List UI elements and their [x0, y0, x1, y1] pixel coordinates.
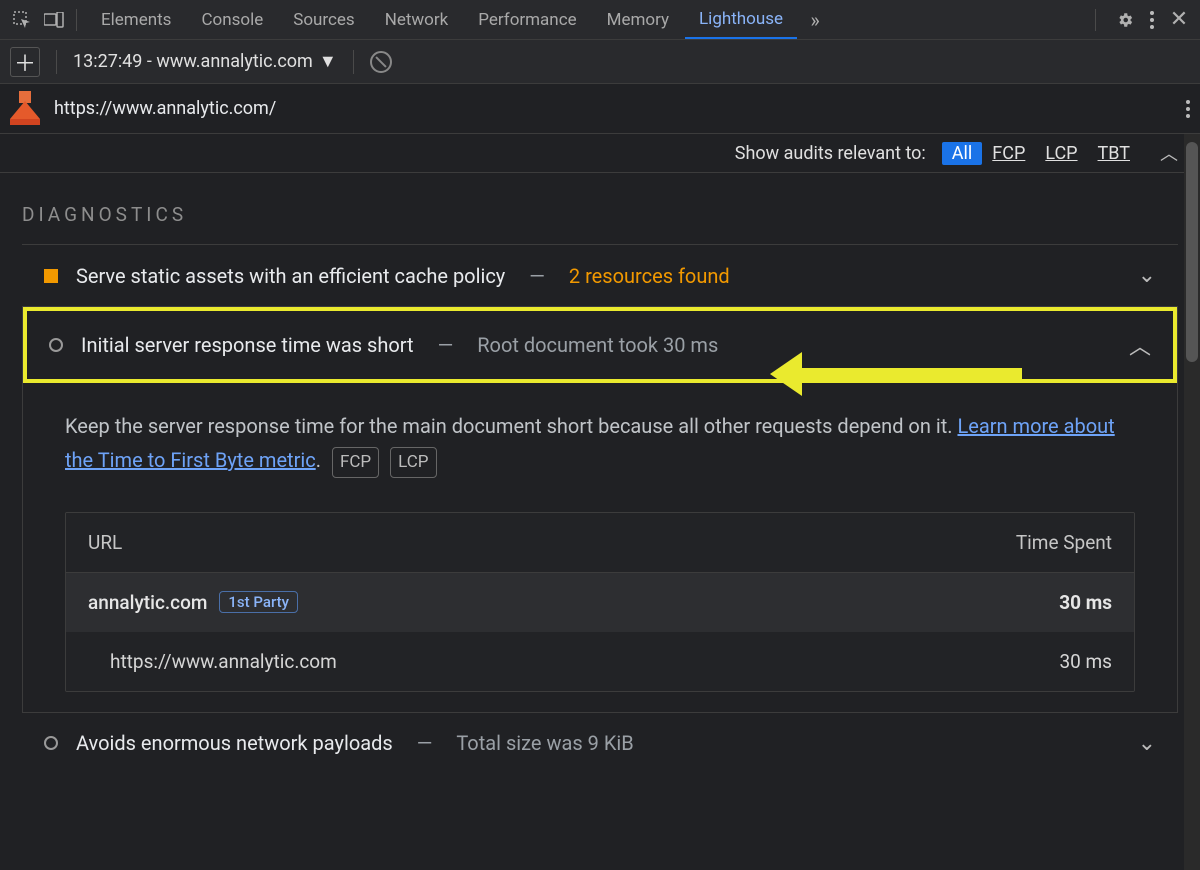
separator — [1095, 9, 1096, 31]
audit-description: Keep the server response time for the ma… — [23, 383, 1177, 488]
settings-icon[interactable] — [1112, 6, 1138, 34]
party-badge: 1st Party — [219, 591, 298, 613]
metric-badge-lcp: LCP — [390, 447, 436, 478]
status-warning-icon — [44, 269, 58, 283]
table-header: URL Time Spent — [66, 513, 1134, 573]
chevron-down-icon[interactable]: ⌄ — [1138, 731, 1156, 756]
separator — [353, 50, 354, 74]
filter-tbt[interactable]: TBT — [1088, 142, 1140, 165]
diagnostics-section: DIAGNOSTICS Serve static assets with an … — [0, 173, 1200, 774]
separator — [76, 9, 77, 31]
scrollbar-thumb[interactable] — [1186, 142, 1198, 362]
report-selector[interactable]: 13:27:49 - www.annalytic.com ▼ — [73, 51, 337, 72]
audit-row-network-payloads[interactable]: Avoids enormous network payloads — Total… — [22, 713, 1178, 774]
audit-subtitle: Root document took 30 ms — [477, 333, 718, 357]
time-cell: 30 ms — [1059, 591, 1112, 614]
audit-row-cache-policy[interactable]: Serve static assets with an efficient ca… — [22, 245, 1178, 307]
more-icon[interactable] — [1150, 11, 1154, 29]
audit-desc-text: Keep the server response time for the ma… — [65, 414, 957, 438]
chevron-down-icon[interactable]: ⌄ — [1138, 263, 1156, 288]
audit-title: Initial server response time was short — [81, 333, 414, 357]
status-pass-icon — [44, 736, 58, 750]
filter-label: Show audits relevant to: — [735, 143, 926, 164]
report-url: https://www.annalytic.com/ — [54, 98, 1172, 119]
separator — [56, 50, 57, 74]
metric-badge-fcp: FCP — [332, 447, 379, 478]
tab-network[interactable]: Network — [371, 0, 463, 39]
status-pass-icon — [49, 338, 63, 352]
section-title: DIAGNOSTICS — [22, 203, 1178, 245]
audit-panel-ttfb: Initial server response time was short —… — [22, 307, 1178, 713]
audit-subtitle: 2 resources found — [569, 264, 730, 288]
clear-icon[interactable] — [370, 51, 392, 73]
col-time: Time Spent — [912, 531, 1112, 554]
overflow-tabs-icon[interactable]: » — [801, 6, 829, 34]
tab-list: ElementsConsoleSourcesNetworkPerformance… — [87, 0, 797, 39]
lighthouse-icon — [10, 91, 40, 127]
lighthouse-subbar: ＋ 13:27:49 - www.annalytic.com ▼ — [0, 40, 1200, 84]
report-header: https://www.annalytic.com/ — [0, 84, 1200, 134]
filter-lcp[interactable]: LCP — [1035, 142, 1087, 165]
tab-lighthouse[interactable]: Lighthouse — [685, 0, 797, 39]
audit-filter-row: Show audits relevant to: AllFCPLCPTBT ︿ — [0, 134, 1200, 173]
time-cell: 30 ms — [912, 650, 1112, 673]
devtools-tabbar: ElementsConsoleSourcesNetworkPerformance… — [0, 0, 1200, 40]
chevron-up-icon[interactable]: ︿ — [1129, 329, 1151, 361]
inspect-icon[interactable] — [8, 6, 36, 34]
device-toolbar-icon[interactable] — [40, 6, 68, 34]
audit-subtitle: Total size was 9 KiB — [456, 731, 633, 755]
url-cell: https://www.annalytic.com — [110, 650, 337, 673]
audit-title: Avoids enormous network payloads — [76, 731, 393, 755]
filter-fcp[interactable]: FCP — [982, 142, 1035, 165]
tab-performance[interactable]: Performance — [464, 0, 590, 39]
tab-console[interactable]: Console — [187, 0, 277, 39]
col-url: URL — [88, 531, 912, 554]
tab-memory[interactable]: Memory — [593, 0, 683, 39]
table-row: https://www.annalytic.com 30 ms — [66, 632, 1134, 691]
report-menu-icon[interactable] — [1186, 100, 1190, 118]
close-icon[interactable]: ✕ — [1166, 6, 1192, 34]
filter-all[interactable]: All — [942, 142, 983, 165]
audit-title: Serve static assets with an efficient ca… — [76, 264, 505, 288]
table-row: annalytic.com 1st Party 30 ms — [66, 573, 1134, 632]
scrollbar[interactable] — [1184, 134, 1200, 870]
audit-row-server-response[interactable]: Initial server response time was short —… — [23, 307, 1177, 383]
tab-elements[interactable]: Elements — [87, 0, 185, 39]
new-report-button[interactable]: ＋ — [10, 47, 40, 77]
host-cell: annalytic.com — [88, 591, 207, 614]
audit-table: URL Time Spent annalytic.com 1st Party 3… — [65, 512, 1135, 692]
report-timestamp: 13:27:49 - www.annalytic.com — [73, 51, 313, 72]
tab-sources[interactable]: Sources — [279, 0, 368, 39]
dropdown-icon: ▼ — [319, 51, 337, 72]
chevron-up-icon[interactable]: ︿ — [1160, 140, 1178, 166]
